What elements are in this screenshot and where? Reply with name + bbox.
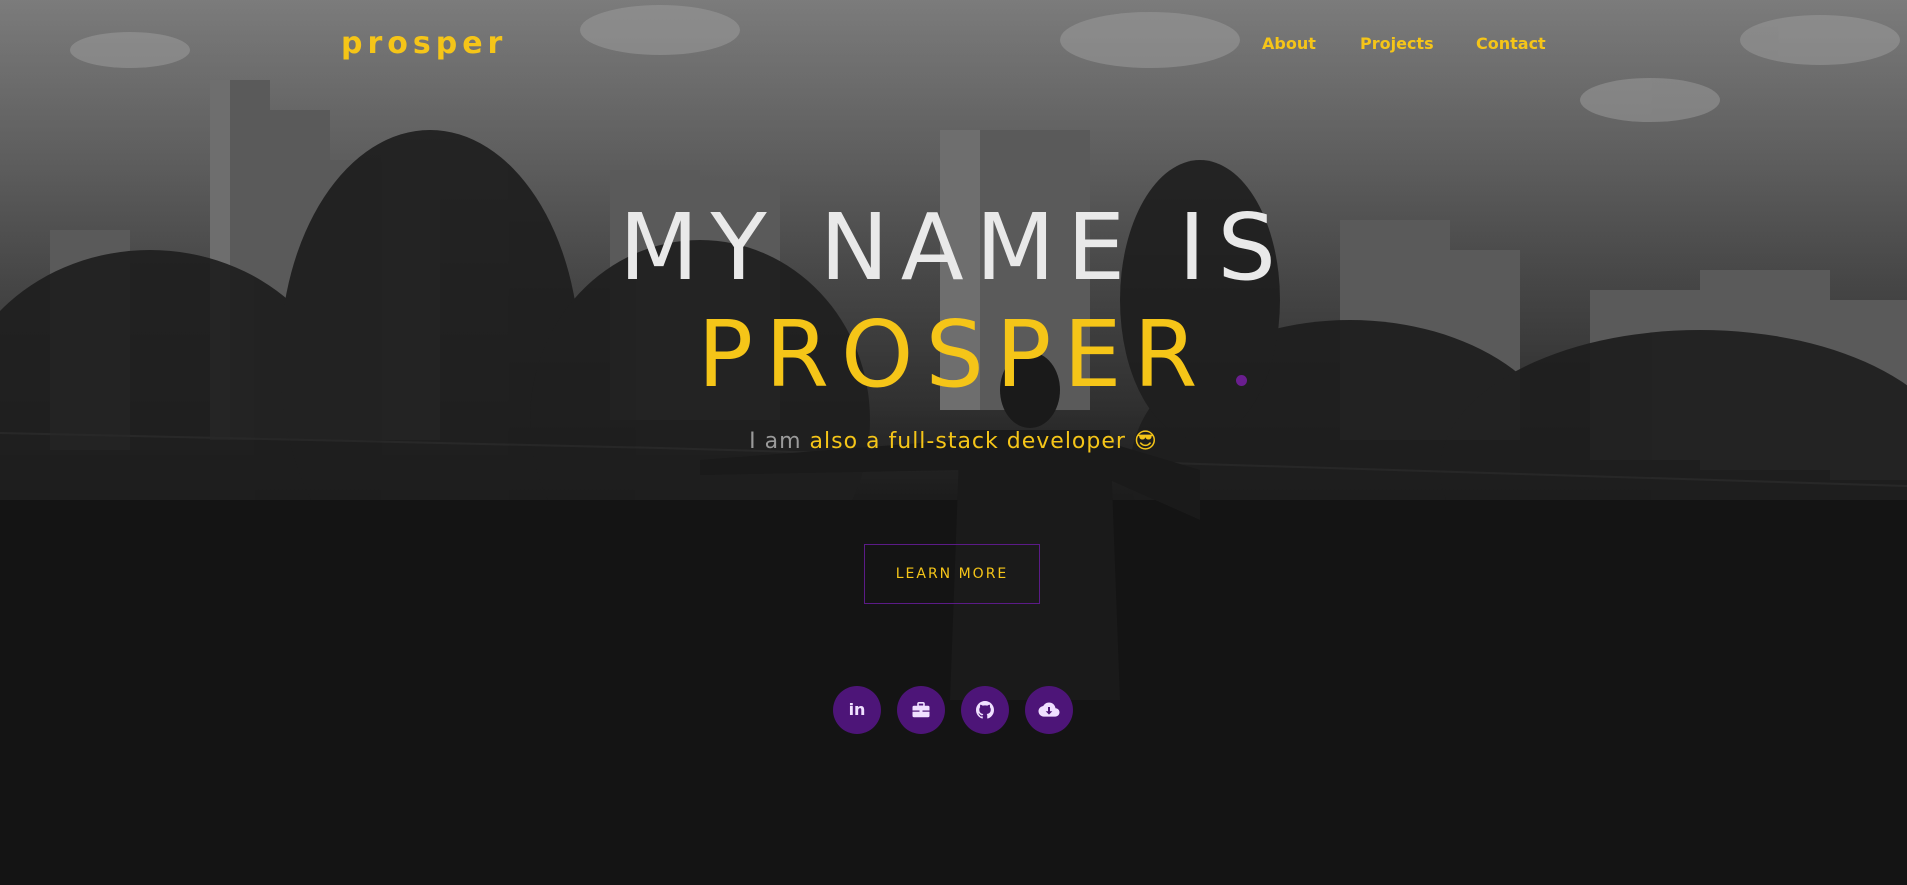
hero-title-name: PROSPER [697,301,1210,408]
hero-title-line1: MY NAME IS [619,194,1288,301]
accent-dot [1236,375,1247,386]
cloud-download-icon [1038,702,1060,717]
github-icon [976,701,994,719]
nav-link-projects[interactable]: Projects [1360,34,1434,54]
briefcase-icon [912,702,930,718]
hero-tagline: I am also a full-stack developer 😎 [0,428,1907,456]
site-logo[interactable]: prosper [341,26,507,62]
learn-more-button[interactable]: LEARN MORE [864,544,1040,604]
download-resume-button[interactable] [1025,686,1073,734]
nav-link-contact[interactable]: Contact [1476,34,1546,54]
nav-link-about[interactable]: About [1262,34,1316,54]
linkedin-button[interactable]: in [833,686,881,734]
github-button[interactable] [961,686,1009,734]
hero-section: prosper About Projects Contact MY NAME I… [0,0,1907,885]
linkedin-icon: in [848,700,866,719]
tagline-dim-text: I am [749,429,802,454]
tagline-text: also a full-stack developer 😎 [801,429,1158,454]
portfolio-button[interactable] [897,686,945,734]
